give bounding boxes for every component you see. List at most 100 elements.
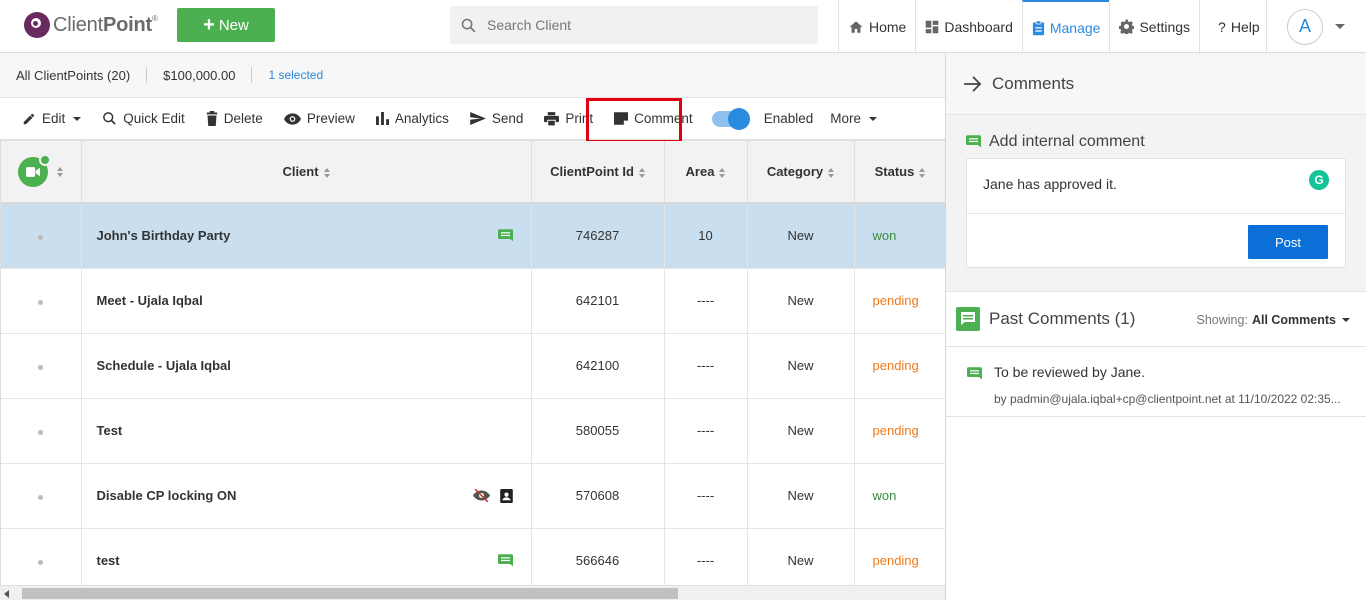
area-cell: ----	[664, 333, 748, 399]
nav-manage[interactable]: Manage	[1021, 0, 1110, 53]
eye-off-icon[interactable]	[472, 489, 490, 502]
summary-bar: All ClientPoints (20) $100,000.00 1 sele…	[0, 53, 945, 98]
edit-button[interactable]: Edit	[22, 111, 82, 126]
status-cell: pending	[854, 333, 945, 399]
table-row[interactable]: Meet - Ujala Iqbal 642101 ---- New pendi…	[1, 268, 945, 334]
analytics-button[interactable]: Analytics	[375, 111, 449, 126]
area-cell: ----	[664, 398, 748, 464]
row-select-cell[interactable]	[1, 463, 82, 529]
more-button[interactable]: More	[830, 111, 877, 126]
new-button[interactable]: + New	[177, 8, 275, 42]
divider	[251, 67, 253, 83]
nav-dashboard-label: Dashboard	[944, 18, 1013, 35]
clientpoint-id-cell: 566646	[531, 528, 665, 585]
row-dot	[38, 365, 44, 370]
avatar[interactable]: A	[1287, 8, 1323, 45]
top-bar: ClientPoint® + New Home Dashboard Manage…	[0, 0, 1366, 53]
comment-icon	[956, 307, 980, 331]
action-toolbar: Edit Quick Edit Delete Preview Analytics…	[0, 98, 945, 143]
column-header-client[interactable]: Client	[81, 141, 532, 204]
row-select-cell[interactable]	[1, 528, 82, 585]
row-dot	[38, 560, 44, 565]
comments-filter[interactable]: Showing: All Comments	[1197, 313, 1350, 327]
showing-label: Showing:	[1196, 313, 1248, 327]
table-row[interactable]: test 566646 ---- New pending	[1, 528, 945, 585]
search-input[interactable]	[487, 17, 787, 33]
sort-icon[interactable]	[323, 167, 330, 178]
column-header-status[interactable]: Status	[854, 141, 945, 204]
delete-button[interactable]: Delete	[206, 111, 263, 126]
table-row[interactable]: Schedule - Ujala Iqbal 642100 ---- New p…	[1, 333, 945, 399]
client-cell[interactable]: Schedule - Ujala Iqbal	[81, 333, 532, 399]
client-cell[interactable]: John's Birthday Party	[81, 203, 532, 269]
video-icon[interactable]	[18, 153, 52, 187]
nav-dashboard[interactable]: Dashboard	[915, 0, 1022, 53]
past-comment-text: To be reviewed by Jane.	[994, 364, 1145, 380]
area-cell: ----	[664, 463, 748, 529]
scrollbar-thumb[interactable]	[22, 588, 678, 599]
clientpoint-id-cell: 580055	[531, 398, 665, 464]
column-header-area[interactable]: Area	[664, 141, 748, 204]
row-select-cell[interactable]	[1, 398, 82, 464]
bar-chart-icon	[375, 112, 389, 125]
nav-home[interactable]: Home	[838, 0, 915, 53]
status-cell: pending	[854, 398, 945, 464]
preview-button[interactable]: Preview	[283, 111, 355, 126]
horizontal-scrollbar[interactable]	[0, 585, 945, 600]
enabled-label-wrap: Enabled	[764, 111, 814, 126]
more-label: More	[830, 111, 861, 126]
all-clientpoints-count[interactable]: All ClientPoints (20)	[16, 68, 130, 83]
area-cell: 10	[664, 203, 748, 269]
sort-icon[interactable]	[828, 167, 835, 178]
send-button[interactable]: Send	[470, 111, 523, 126]
edit-label: Edit	[42, 111, 66, 126]
client-cell[interactable]: Disable CP locking ON	[81, 463, 532, 529]
comment-icon[interactable]	[497, 229, 513, 243]
column-header-category[interactable]: Category	[747, 141, 855, 204]
table-row[interactable]: John's Birthday Party 746287 10 New won	[1, 203, 945, 269]
clientpoint-id-cell: 642101	[531, 268, 665, 334]
row-select-cell[interactable]	[1, 333, 82, 399]
client-name: Test	[96, 423, 123, 438]
client-cell[interactable]: test	[81, 528, 532, 585]
row-select-cell[interactable]	[1, 268, 82, 334]
nav-settings[interactable]: Settings	[1109, 0, 1199, 53]
area-cell: ----	[664, 268, 748, 334]
comment-highlight-box	[586, 98, 682, 143]
row-dot	[38, 235, 44, 241]
client-cell[interactable]: Meet - Ujala Iqbal	[81, 268, 532, 334]
sort-icon[interactable]	[919, 167, 926, 178]
column-header-id[interactable]: ClientPoint Id	[531, 141, 665, 204]
table-row[interactable]: Disable CP locking ON 570608 ---- New wo…	[1, 463, 945, 529]
scroll-left-icon[interactable]	[4, 590, 9, 598]
search-box[interactable]	[450, 6, 818, 44]
contact-icon[interactable]	[499, 488, 513, 503]
clientpoint-logo[interactable]: ClientPoint®	[24, 12, 158, 38]
showing-value: All Comments	[1251, 313, 1336, 327]
quick-edit-label: Quick Edit	[123, 111, 185, 126]
comment-input-box[interactable]: Jane has approved it. G Post	[966, 158, 1346, 268]
sort-icon[interactable]	[719, 167, 726, 178]
category-cell: New	[747, 268, 855, 334]
past-comments-header: Past Comments (1) Showing: All Comments	[946, 292, 1366, 347]
quick-edit-button[interactable]: Quick Edit	[102, 111, 185, 126]
post-button[interactable]: Post	[1248, 225, 1328, 259]
status-cell: pending	[854, 528, 945, 585]
table-row[interactable]: Test 580055 ---- New pending	[1, 398, 945, 464]
grammarly-icon[interactable]: G	[1309, 170, 1329, 190]
comment-icon[interactable]	[497, 553, 513, 568]
enabled-toggle[interactable]	[711, 107, 750, 130]
sort-icon[interactable]	[638, 167, 645, 178]
add-comment-title: Add internal comment	[966, 133, 1346, 151]
comment-textarea[interactable]: Jane has approved it.	[983, 176, 1117, 192]
arrow-right-icon[interactable]	[964, 75, 982, 92]
user-menu[interactable]: A	[1266, 0, 1366, 53]
row-select-cell[interactable]	[1, 203, 82, 269]
selected-count[interactable]: 1 selected	[268, 68, 323, 82]
select-column-header[interactable]	[1, 141, 82, 204]
category-cell: New	[747, 398, 855, 464]
client-cell[interactable]: Test	[81, 398, 532, 464]
category-cell: New	[747, 528, 855, 585]
sort-icon[interactable]	[57, 166, 64, 177]
comment-icon	[967, 367, 982, 380]
